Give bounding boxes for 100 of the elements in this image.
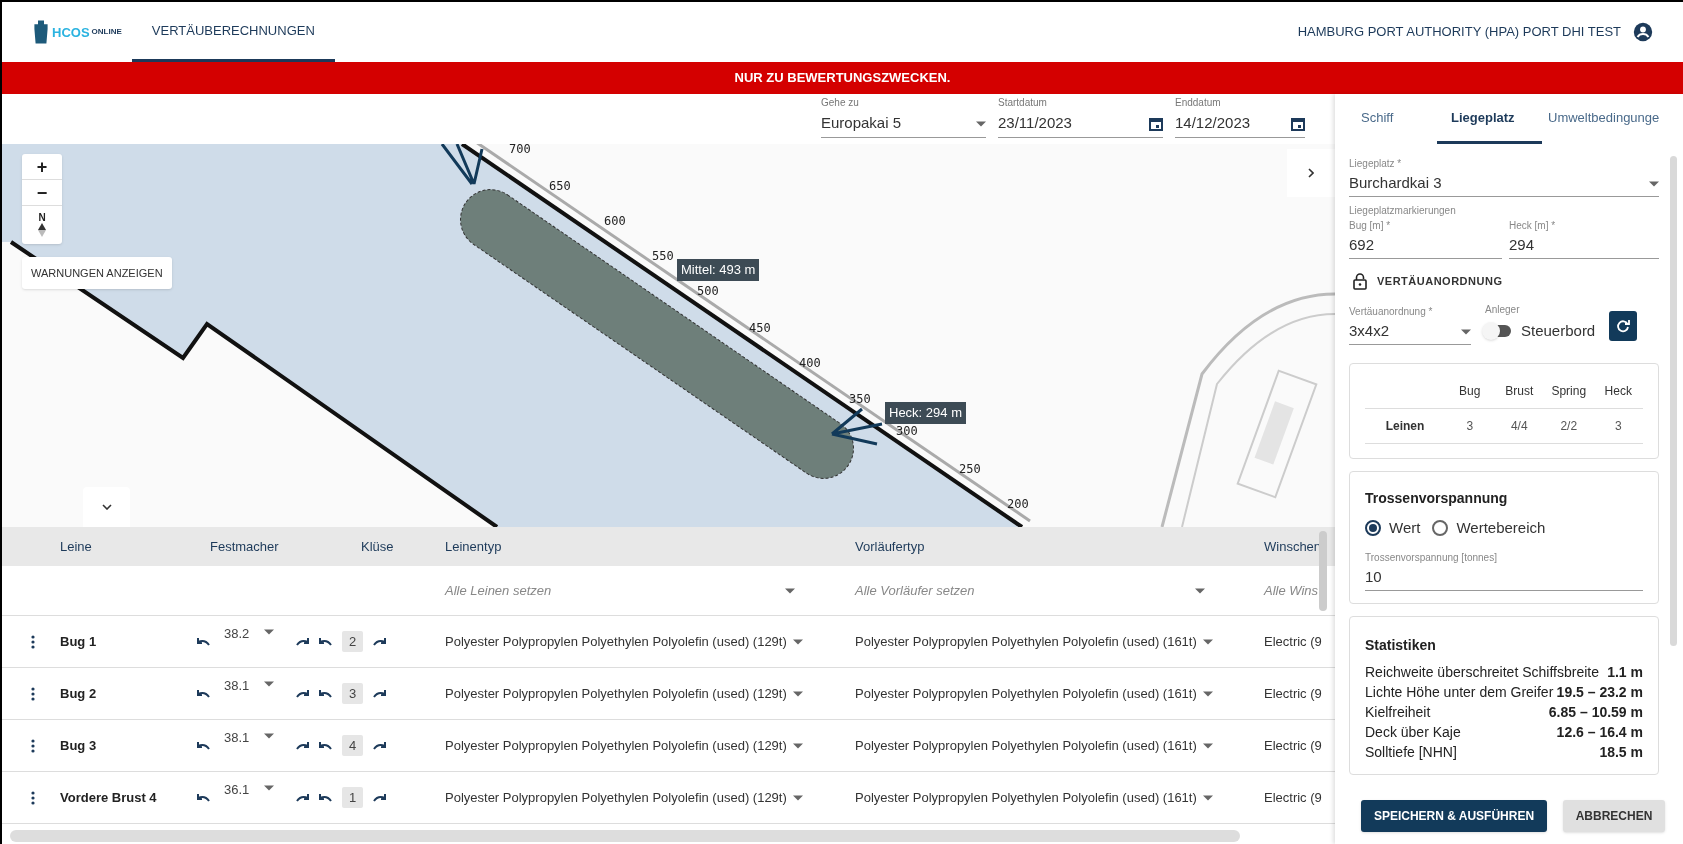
bollard-select[interactable]: 38.2 [224,624,274,644]
column-header: Bug [1445,382,1495,409]
ruler-mark: 250 [959,463,981,475]
undo-icon[interactable] [196,793,210,802]
column-header[interactable]: Festmacher [210,536,279,557]
filter-dropdown[interactable]: Alle Wins [1264,580,1335,601]
line-type-select[interactable]: Polyester Polypropylen Polyethylen Polyolefin (used) (161t) [855,631,1213,652]
input-field[interactable]: 10 [1365,564,1643,591]
redo-icon[interactable] [373,793,387,802]
compass-button[interactable]: N [22,206,62,244]
caret-icon [1649,180,1659,187]
undo-icon[interactable] [318,689,332,698]
save-button[interactable]: SPEICHERN & AUSFÜHREN [1361,800,1547,832]
line-type-select[interactable]: Polyester Polypropylen Polyethylen Polyolefin (used) (161t) [855,683,1213,704]
line-type-select[interactable]: Polyester Polypropylen Polyethylen Polyolefin (used) (129t) [445,787,803,808]
input-field[interactable]: Burchardkai 3 [1349,171,1659,197]
column-header[interactable]: Leine [60,536,92,557]
undo-icon[interactable] [318,793,332,802]
radio-option[interactable]: Wert [1365,517,1421,540]
winch-cell-text: Electric (9 [1264,684,1322,703]
cancel-button[interactable]: ABBRECHEN [1563,800,1665,832]
logo-word: ONLINE [91,28,122,36]
ruler-mark: 450 [749,322,771,334]
redo-icon[interactable] [296,637,310,646]
table-cell: 3 [1593,409,1643,444]
input-field[interactable]: Europakai 5 [821,110,986,138]
caret-icon [792,638,803,645]
column-header[interactable]: Vorläufertyp [855,536,925,557]
undo-icon[interactable] [196,637,210,646]
column-header[interactable]: Leinentyp [445,536,502,557]
line-type-select[interactable]: Polyester Polypropylen Polyethylen Polyolefin (used) (129t) [445,683,803,704]
column-header[interactable]: Winschen [1264,536,1322,557]
undo-icon[interactable] [196,689,210,698]
input-field[interactable]: 294 [1509,233,1659,259]
field-label: Enddatum [1175,96,1222,110]
caret-icon [792,794,803,801]
zoom-in-button[interactable]: + [22,154,62,180]
ruler-mark: 700 [509,144,531,155]
panel-tab[interactable]: Schiff [1347,94,1437,144]
column-header: Brust [1494,382,1544,409]
line-type-select[interactable]: Polyester Polypropylen Polyethylen Polyolefin (used) (129t) [445,631,803,652]
radio-option[interactable]: Wertebereich [1432,517,1546,540]
line-type-select[interactable]: Polyester Polypropylen Polyethylen Polyolefin (used) (161t) [855,735,1213,756]
ruler-mark: 300 [896,425,918,437]
logo-mark: HCOS [52,25,90,39]
redo-icon[interactable] [296,741,310,750]
refresh-button[interactable] [1609,311,1638,341]
more-icon[interactable] [31,634,35,649]
bollard-select[interactable]: 38.1 [224,728,274,748]
ruler-mark: 350 [849,393,871,405]
filter-dropdown[interactable]: Alle Vorläufer setzen [855,580,1205,601]
field-label: Vertäuanordnung * [1349,305,1434,319]
redo-icon[interactable] [373,689,387,698]
caret-icon [1461,328,1471,335]
input-field[interactable]: 3x4x2 [1349,319,1471,345]
stat-label: Kielfreiheit [1365,702,1431,722]
field-label: Trossenvorspannung [tonnes] [1365,550,1498,565]
panel-tab[interactable]: Liegeplatz [1437,94,1542,144]
redo-icon[interactable] [373,741,387,750]
undo-icon[interactable] [318,637,332,646]
zoom-out-button[interactable]: − [22,180,62,206]
map-label: Mittel: 493 m [677,259,760,281]
line-type-select[interactable]: Polyester Polypropylen Polyethylen Polyolefin (used) (129t) [445,735,803,756]
column-header[interactable]: Klüse [361,536,394,557]
column-header: Spring [1544,382,1594,409]
more-icon[interactable] [31,738,35,753]
chevron-right-icon [1308,168,1314,178]
redo-icon[interactable] [296,689,310,698]
more-icon[interactable] [31,790,35,805]
undo-icon[interactable] [318,741,332,750]
redo-icon[interactable] [373,637,387,646]
undo-icon[interactable] [196,741,210,750]
warnings-button[interactable]: WARNUNGEN ANZEIGEN [22,257,172,289]
calendar-icon[interactable] [1149,116,1163,131]
line-type-select[interactable]: Polyester Polypropylen Polyethylen Polyolefin (used) (161t) [855,787,1213,808]
bollard-select[interactable]: 38.1 [224,676,274,696]
panel-tab[interactable]: Umweltbedingunge [1542,94,1666,144]
input-field[interactable]: 14/12/2023 [1175,110,1305,138]
input-field[interactable]: 23/11/2023 [998,110,1163,138]
stat-label: Solltiefe [NHN] [1365,742,1457,762]
field-label: Startdatum [998,96,1048,110]
input-field[interactable]: 692 [1349,233,1502,259]
stat-value: 12.6 – 16.4 m [1556,722,1643,742]
redo-icon[interactable] [296,793,310,802]
account-icon[interactable] [1633,22,1653,42]
filter-dropdown[interactable]: Alle Leinen setzen [445,580,795,601]
caret-icon [264,733,274,739]
caret-icon [264,681,274,687]
table-cell: 3 [1445,409,1495,444]
unlocked-lock-icon[interactable] [1353,273,1367,290]
stat-value: 1.1 m [1607,662,1643,682]
field-label: Anleger [1485,303,1521,317]
toggle-switch[interactable] [1485,325,1511,337]
field-label: Gehe zu [821,96,860,110]
line-name: Bug 1 [60,632,97,651]
caret-icon [785,587,795,594]
bollard-select[interactable]: 36.1 [224,780,274,800]
calendar-icon[interactable] [1291,116,1305,131]
more-icon[interactable] [31,686,35,701]
stat-value: 19.5 – 23.2 m [1556,682,1643,702]
